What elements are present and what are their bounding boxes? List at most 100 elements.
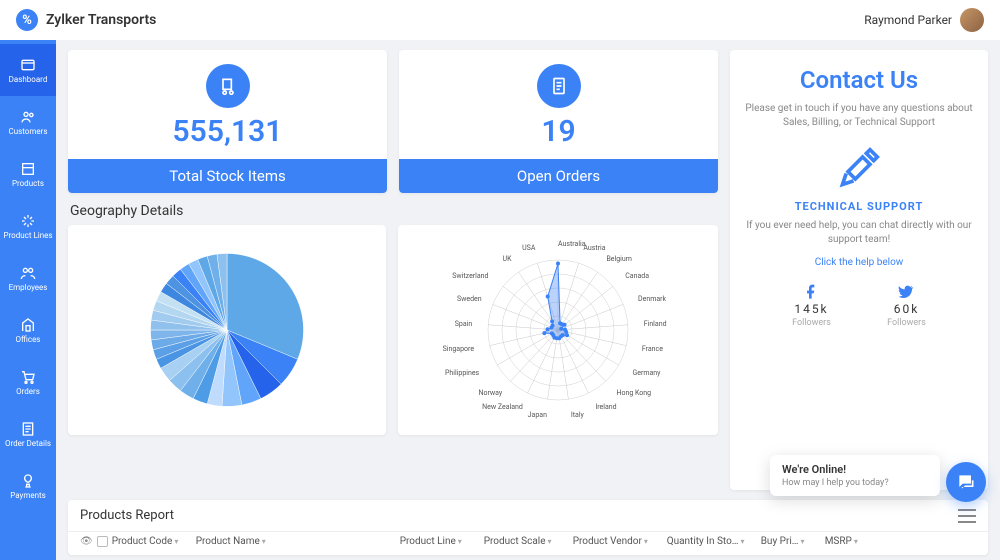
chat-fab[interactable] [946, 462, 986, 502]
orders-kpi-icon [537, 64, 581, 108]
offices-icon [19, 316, 37, 334]
radar-label: Japan [528, 411, 547, 419]
visibility-icon[interactable]: 👁 [80, 536, 93, 547]
radar-label: Singapore [443, 345, 474, 353]
tw-count: 60k [894, 302, 920, 316]
kpi-orders-label: Open Orders [399, 159, 718, 193]
products-icon [19, 160, 37, 178]
user-name: Raymond Parker [864, 13, 952, 27]
radar-label: Canada [625, 272, 649, 280]
radar-label: Hong Kong [616, 389, 651, 397]
radar-label: Spain [455, 320, 472, 328]
kpi-stock-label: Total Stock Items [68, 159, 387, 193]
orders-icon [19, 368, 37, 386]
select-all-checkbox[interactable] [97, 536, 108, 547]
radar-label: Switzerland [452, 272, 488, 280]
kpi-stock-value: 555,131 [173, 114, 283, 149]
report-columns: 👁 Product Code▾ Product Name▾ Product Line… [68, 531, 988, 555]
brand-logo-icon: % [16, 9, 38, 31]
employees-icon [19, 264, 37, 282]
radar-label: UK [503, 255, 512, 263]
fb-count: 145k [794, 302, 828, 316]
geography-title: Geography Details [68, 203, 718, 219]
sidebar-label: Customers [9, 128, 48, 136]
contact-card: Contact Us Please get in touch if you ha… [730, 50, 988, 490]
social-twitter[interactable]: 60k Followers [887, 284, 926, 328]
product-lines-icon [19, 212, 37, 230]
chat-subtitle: How may I help you today? [782, 478, 928, 488]
contact-subtitle: Please get in touch if you have any ques… [744, 102, 974, 130]
radar-label: Denmark [638, 295, 666, 303]
help-link[interactable]: Click the help below [744, 257, 974, 268]
avatar[interactable] [960, 8, 984, 32]
payments-icon [19, 472, 37, 490]
kpi-stock[interactable]: 555,131 Total Stock Items [68, 50, 387, 193]
radar-label: USA [522, 244, 535, 252]
brand: % Zylker Transports [16, 9, 156, 31]
chat-popup[interactable]: We're Online! How may I help you today? [770, 455, 940, 496]
chat-title: We're Online! [782, 463, 928, 476]
radar-label: Philippines [445, 369, 479, 377]
radar-label: Austria [583, 244, 605, 252]
tech-support-heading: TECHNICAL SUPPORT [744, 200, 974, 213]
column-header[interactable]: MSRP▾ [825, 536, 875, 547]
sidebar-item-products[interactable]: Products [0, 148, 56, 200]
radar-label: New Zealand [482, 403, 523, 411]
radar-label: Germany [632, 369, 660, 377]
column-header[interactable]: Product Vendor▾ [573, 536, 663, 547]
radar-label: Norway [479, 389, 503, 397]
brand-name: Zylker Transports [46, 12, 156, 28]
tools-icon [837, 146, 881, 190]
sidebar-label: Employees [9, 284, 48, 292]
kpi-orders[interactable]: 19 Open Orders [399, 50, 718, 193]
sidebar-label: Products [12, 180, 44, 188]
sidebar-label: Payments [10, 492, 46, 500]
sidebar-item-employees[interactable]: Employees [0, 252, 56, 304]
sidebar-label: Offices [16, 336, 41, 344]
radar-label: Ireland [595, 403, 616, 411]
sidebar-label: Order Details [5, 440, 51, 448]
facebook-icon [803, 284, 819, 300]
tech-support-sub: If you ever need help, you can chat dire… [744, 219, 974, 247]
chat-icon [956, 472, 976, 492]
radar-label: Australia [558, 240, 586, 248]
sidebar-label: Orders [16, 388, 40, 396]
radar-label: France [642, 345, 663, 353]
radar-chart[interactable]: AustraliaAustriaBelgium Canada Denmark Finl… [398, 225, 718, 435]
sidebar-item-offices[interactable]: Offices [0, 304, 56, 356]
column-header[interactable]: Product Line▾ [400, 536, 480, 547]
column-header[interactable]: Product Scale▾ [484, 536, 569, 547]
order-details-icon [19, 420, 37, 438]
column-header[interactable]: Buy Pri…▾ [761, 536, 821, 547]
sidebar-item-order-details[interactable]: Order Details [0, 408, 56, 460]
sidebar-label: Product Lines [4, 232, 53, 240]
products-report: Products Report 👁 Product Code▾ Product N… [68, 500, 988, 555]
sidebar-item-orders[interactable]: Orders [0, 356, 56, 408]
column-header[interactable]: Product Code▾ [112, 536, 192, 547]
tw-label: Followers [887, 318, 926, 328]
report-menu-icon[interactable] [958, 509, 976, 523]
user-menu[interactable]: Raymond Parker [864, 8, 984, 32]
pie-chart[interactable] [68, 225, 386, 435]
radar-label: Sweden [457, 295, 482, 303]
fb-label: Followers [792, 318, 831, 328]
column-header[interactable]: Product Name▾ [196, 536, 396, 547]
topbar: % Zylker Transports Raymond Parker [0, 0, 1000, 40]
kpi-orders-value: 19 [541, 114, 575, 149]
sidebar: Dashboard Customers Products Product Lin… [0, 40, 56, 560]
report-title: Products Report [80, 508, 174, 523]
radar-label: Belgium [606, 255, 631, 263]
customers-icon [19, 108, 37, 126]
sidebar-item-product-lines[interactable]: Product Lines [0, 200, 56, 252]
sidebar-item-customers[interactable]: Customers [0, 96, 56, 148]
twitter-icon [898, 284, 914, 300]
contact-title: Contact Us [744, 66, 974, 94]
sidebar-item-payments[interactable]: Payments [0, 460, 56, 512]
column-header[interactable]: Quantity In Sto…▾ [667, 536, 757, 547]
social-facebook[interactable]: 145k Followers [792, 284, 831, 328]
sidebar-item-dashboard[interactable]: Dashboard [0, 44, 56, 96]
dashboard-icon [19, 56, 37, 74]
sidebar-label: Dashboard [9, 76, 48, 84]
radar-label: Finland [644, 320, 667, 328]
radar-label: Italy [571, 411, 584, 419]
